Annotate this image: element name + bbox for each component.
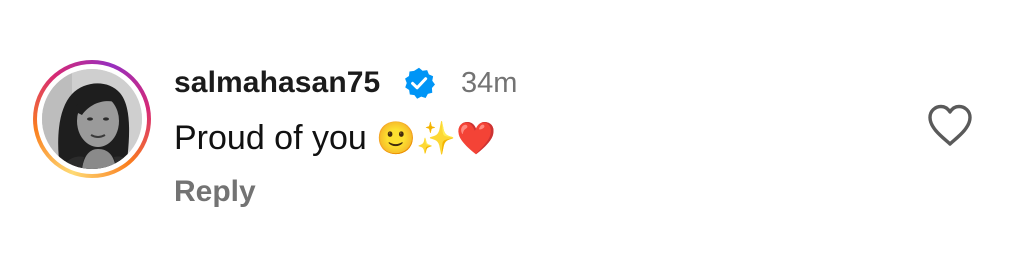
verified-badge-icon — [405, 67, 435, 99]
avatar[interactable] — [33, 60, 151, 178]
comment-text: Proud of you — [174, 119, 367, 157]
comment-body: Proud of you 🙂✨❤️ — [174, 117, 496, 159]
heart-outline-icon[interactable] — [925, 102, 975, 148]
reply-button[interactable]: Reply — [174, 173, 256, 211]
sparkles-emoji: ✨ — [416, 119, 456, 157]
comment-item: salmahasan75 34m Proud of you 🙂✨❤️ Reply — [0, 0, 1024, 260]
avatar-photo — [42, 69, 142, 169]
avatar-portrait-icon — [42, 69, 142, 169]
slightly-smiling-face-emoji: 🙂 — [376, 119, 417, 157]
username[interactable]: salmahasan75 — [174, 64, 380, 102]
red-heart-emoji: ❤️ — [455, 119, 496, 157]
comment-timestamp: 34m — [461, 67, 518, 99]
avatar-story-ring-gap — [37, 64, 147, 174]
